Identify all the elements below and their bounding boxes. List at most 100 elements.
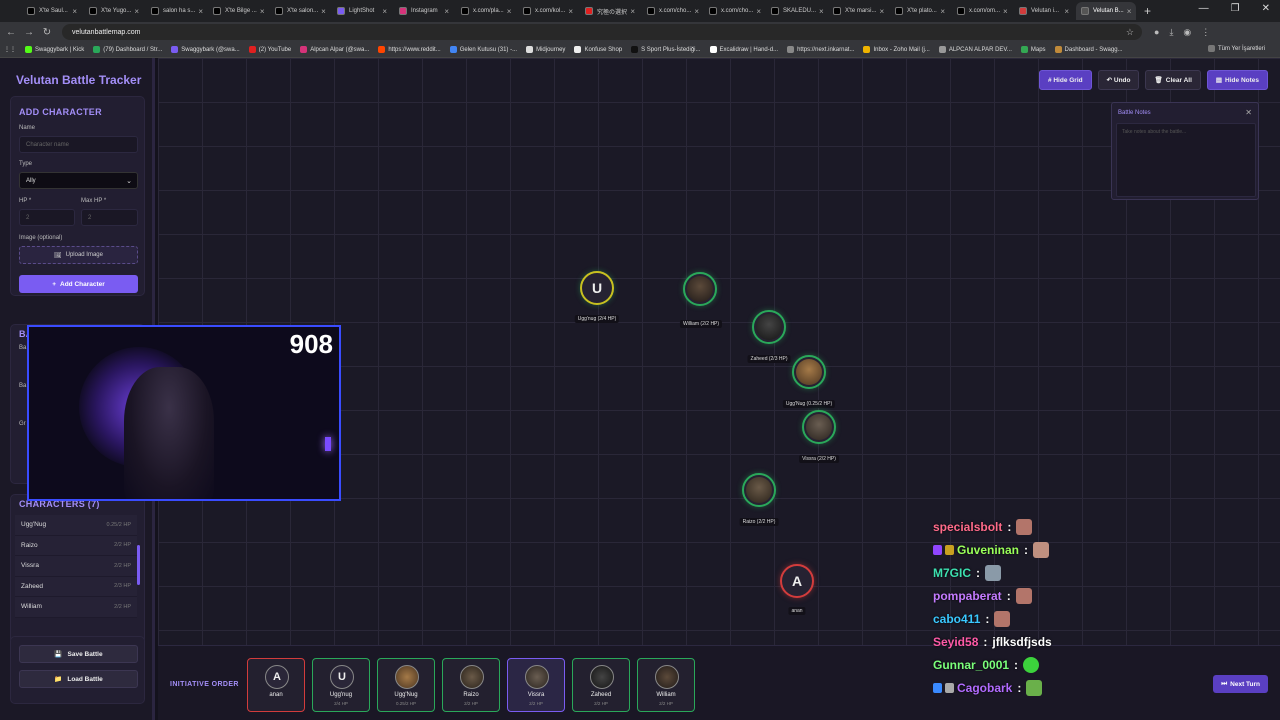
maximize-icon[interactable]: ❐	[1231, 3, 1240, 14]
bookmark-item[interactable]: Konfuse Shop	[574, 46, 622, 53]
close-icon[interactable]: ✕	[1245, 108, 1252, 117]
max-hp-input[interactable]: 2	[81, 209, 138, 226]
add-character-button[interactable]: + Add Character	[19, 275, 138, 293]
list-scrollbar[interactable]	[137, 545, 140, 585]
apps-icon[interactable]: ⋮⋮	[4, 46, 16, 53]
upload-image-button[interactable]: 🖼 Upload Image	[19, 246, 138, 264]
browser-tab[interactable]: x.com/om... ×	[952, 2, 1012, 20]
type-select[interactable]: Ally ⌄	[19, 172, 138, 189]
browser-tab[interactable]: salon ha s... ×	[146, 2, 206, 20]
all-bookmarks[interactable]: Tüm Yer İşaretleri	[1207, 45, 1265, 52]
character-name-input[interactable]: Character name	[19, 136, 138, 153]
initiative-card[interactable]: Raizo 2/2 HP	[442, 658, 500, 712]
token-uggnug[interactable]: U	[580, 271, 614, 305]
toggle-grid-button[interactable]: # Hide Grid	[1038, 70, 1092, 90]
token-vissra[interactable]	[802, 410, 836, 444]
undo-button[interactable]: ↶ Undo	[1097, 70, 1140, 90]
profile-icon[interactable]: ◉	[1183, 27, 1191, 38]
bookmark-item[interactable]: (2) YouTube	[248, 46, 291, 53]
browser-tab[interactable]: x.com/kol... ×	[518, 2, 578, 20]
token-uggnug-2[interactable]	[792, 355, 826, 389]
bookmark-item[interactable]: S Sport Plus-İstediği...	[631, 46, 701, 53]
close-window-icon[interactable]: ✕	[1262, 3, 1270, 14]
bookmark-item[interactable]: Inbox - Zoho Mail (j...	[863, 46, 930, 53]
close-tab-icon[interactable]: ×	[877, 7, 885, 16]
close-tab-icon[interactable]: ×	[1000, 7, 1008, 16]
close-tab-icon[interactable]: ×	[937, 7, 945, 16]
bookmark-item[interactable]: (79) Dashboard / Str...	[93, 46, 162, 53]
close-tab-icon[interactable]: ×	[1124, 7, 1132, 16]
browser-tab[interactable]: X'te Yugo... ×	[84, 2, 144, 20]
close-tab-icon[interactable]: ×	[131, 7, 139, 16]
browser-tab[interactable]: x.com/cho... ×	[704, 2, 764, 20]
minimize-icon[interactable]: —	[1199, 3, 1209, 14]
bookmark-item[interactable]: Midjourney	[526, 46, 565, 53]
url-field[interactable]: velutanbattlemap.com ☆	[62, 24, 1142, 40]
close-tab-icon[interactable]: ×	[441, 7, 449, 16]
close-tab-icon[interactable]: ×	[627, 7, 635, 16]
browser-tab[interactable]: X'te Bilge ... ×	[208, 2, 268, 20]
character-row[interactable]: Vissra 2/2 HP	[15, 556, 137, 577]
browser-tab[interactable]: SKALEDU... ×	[766, 2, 826, 20]
close-tab-icon[interactable]: ×	[753, 7, 761, 16]
extension-icon[interactable]: ●	[1154, 27, 1159, 38]
browser-tab[interactable]: 究極の選択 ×	[580, 2, 640, 20]
close-tab-icon[interactable]: ×	[318, 7, 326, 16]
character-row[interactable]: Raizo 2/2 HP	[15, 535, 137, 556]
bookmark-item[interactable]: Alpcan Alpar (@swa...	[300, 46, 369, 53]
close-tab-icon[interactable]: ×	[565, 7, 573, 16]
browser-tab-active[interactable]: Velutan B... ×	[1076, 2, 1136, 20]
forward-icon[interactable]: →	[22, 27, 36, 38]
next-turn-button[interactable]: ⏭ Next Turn	[1213, 675, 1268, 693]
back-icon[interactable]: ←	[4, 27, 18, 38]
close-tab-icon[interactable]: ×	[504, 7, 512, 16]
token-raizo[interactable]	[742, 473, 776, 507]
bookmark-item[interactable]: Gelen Kutusu (31) -...	[449, 46, 517, 53]
bookmark-item[interactable]: Swaggybark (@swa...	[171, 46, 240, 53]
close-tab-icon[interactable]: ×	[1061, 7, 1069, 16]
download-icon[interactable]: ⤓	[1169, 27, 1173, 38]
bookmark-item[interactable]: Swaggybark | Kick	[25, 46, 84, 53]
bookmark-item[interactable]: https://www.reddit...	[378, 46, 441, 53]
browser-tab[interactable]: X'te plato... ×	[890, 2, 950, 20]
initiative-card-current[interactable]: Vissra 2/2 HP	[507, 658, 565, 712]
initiative-card[interactable]: William 2/2 HP	[637, 658, 695, 712]
browser-tab[interactable]: X'te salon... ×	[270, 2, 330, 20]
browser-tab[interactable]: LightShot ×	[332, 2, 392, 20]
token-william[interactable]	[683, 272, 717, 306]
browser-tab[interactable]: x.com/cho... ×	[642, 2, 702, 20]
bookmark-item[interactable]: ALPCAN ALPAR DEV...	[938, 46, 1012, 53]
character-row[interactable]: Ugg'Nug 0.25/2 HP	[15, 515, 137, 536]
initiative-card[interactable]: U Ugg'nug 2/4 HP	[312, 658, 370, 712]
token-zaheed[interactable]	[752, 310, 786, 344]
character-row[interactable]: Zaheed 2/3 HP	[15, 576, 137, 597]
close-tab-icon[interactable]: ×	[379, 7, 387, 16]
browser-tab[interactable]: Velutan i... ×	[1014, 2, 1074, 20]
save-battle-button[interactable]: 💾 Save Battle	[19, 645, 138, 663]
hp-input[interactable]: 2	[19, 209, 75, 226]
close-tab-icon[interactable]: ×	[195, 7, 203, 16]
initiative-card[interactable]: Ugg'Nug 0.25/2 HP	[377, 658, 435, 712]
reload-icon[interactable]: ↻	[40, 27, 54, 38]
close-tab-icon[interactable]: ×	[816, 7, 824, 16]
browser-tab[interactable]: Instagram ×	[394, 2, 454, 20]
toggle-notes-button[interactable]: ▤ Hide Notes	[1206, 70, 1268, 90]
menu-icon[interactable]: ⋮	[1201, 27, 1210, 38]
browser-tab[interactable]: X'te marsi... ×	[828, 2, 888, 20]
bookmark-item[interactable]: Dashboard - Swagg...	[1054, 46, 1123, 53]
close-tab-icon[interactable]: ×	[69, 7, 77, 16]
close-tab-icon[interactable]: ×	[257, 7, 265, 16]
browser-tab[interactable]: X'te Saul... ×	[22, 2, 82, 20]
character-row[interactable]: William 2/2 HP	[15, 597, 137, 618]
initiative-card[interactable]: Zaheed 2/2 HP	[572, 658, 630, 712]
bookmark-star-icon[interactable]: ☆	[1126, 27, 1134, 38]
bookmark-item[interactable]: https://next.inkarnat...	[787, 46, 854, 53]
load-battle-button[interactable]: 📁 Load Battle	[19, 670, 138, 688]
close-tab-icon[interactable]: ×	[691, 7, 699, 16]
new-tab-icon[interactable]: +	[1144, 4, 1151, 18]
bookmark-item[interactable]: Maps	[1020, 46, 1046, 53]
bookmark-item[interactable]: Excalidraw | Hand-d...	[709, 46, 778, 53]
notes-textarea[interactable]: Take notes about the battle...	[1116, 123, 1256, 197]
browser-tab[interactable]: x.com/pla... ×	[456, 2, 516, 20]
token-anan[interactable]: A	[780, 564, 814, 598]
